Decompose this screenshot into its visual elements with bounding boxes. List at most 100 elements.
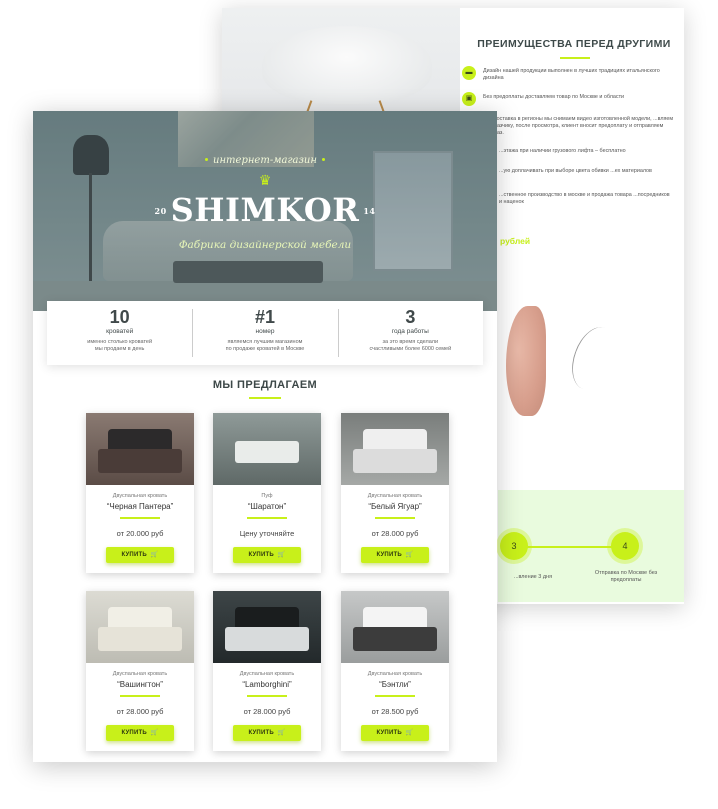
cart-icon: 🛒 bbox=[405, 730, 414, 736]
product-price: Цену уточняйте bbox=[239, 529, 295, 538]
stat-years: 3 года работы за это время сделали счаст… bbox=[337, 301, 483, 365]
product-name: “Белый Ягуар” bbox=[368, 502, 422, 511]
product-price: от 20.000 руб bbox=[116, 529, 164, 538]
buy-button[interactable]: КУПИТЬ 🛒 bbox=[233, 547, 301, 563]
product-card[interactable]: Пуф “Шаратон” Цену уточняйте КУПИТЬ 🛒 bbox=[213, 413, 321, 573]
advantage-text: ...ственное производство в москве и прод… bbox=[499, 192, 670, 205]
stat-number: 10 bbox=[109, 307, 130, 327]
step-3-circle: 3 bbox=[500, 532, 528, 560]
product-card[interactable]: Двуспальная кровать “Бэнтли” от 28.500 р… bbox=[341, 591, 449, 751]
step-3-caption: ...вление 3 дня bbox=[513, 574, 553, 580]
buy-button-label: КУПИТЬ bbox=[121, 552, 147, 558]
advantage-item: ...этажа при наличии грузового лифта – б… bbox=[496, 148, 674, 155]
brand-name: SHIMKOR bbox=[170, 191, 360, 229]
product-category: Пуф bbox=[261, 493, 273, 499]
stats-bar: 10 кроватей именно столько кроватей мы п… bbox=[47, 301, 483, 365]
product-divider bbox=[247, 517, 287, 519]
product-category: Двуспальная кровать bbox=[112, 493, 168, 499]
year-left: 20 bbox=[154, 205, 167, 216]
offer-underline bbox=[249, 397, 281, 399]
front-page-preview: интернет-магазин ♛ 20 SHIMKOR 14 Фабрика д… bbox=[33, 111, 497, 762]
product-name: “Черная Пантера” bbox=[106, 502, 174, 511]
hero-tagline: Фабрика дизайнерской мебели bbox=[178, 239, 352, 251]
hero-subtitle: интернет-магазин bbox=[33, 155, 497, 166]
offer-title: МЫ ПРЕДЛАГАЕМ bbox=[212, 379, 318, 391]
buy-button-label: КУПИТЬ bbox=[121, 730, 147, 736]
product-category: Двуспальная кровать bbox=[239, 671, 295, 677]
bed-base bbox=[98, 449, 182, 473]
flamingo-photo bbox=[506, 306, 546, 416]
steps-connector bbox=[514, 546, 626, 548]
product-divider bbox=[247, 695, 287, 697]
cart-icon: 🛒 bbox=[405, 552, 414, 558]
advantage-item: ...ственное производство в москве и прод… bbox=[496, 192, 674, 206]
advantage-text: Дизайн нашей продукции выполнен в лучших… bbox=[483, 68, 660, 81]
stat-desc-line1: за это время сделали bbox=[382, 339, 439, 345]
product-photo bbox=[86, 413, 194, 485]
buy-button[interactable]: КУПИТЬ 🛒 bbox=[106, 547, 174, 563]
stat-desc-line1: именно столько кроватей bbox=[87, 339, 153, 345]
product-price: от 28.000 руб bbox=[371, 529, 419, 538]
stat-beds: 10 кроватей именно столько кроватей мы п… bbox=[47, 301, 192, 365]
buy-button-label: КУПИТЬ bbox=[248, 552, 274, 558]
buy-button[interactable]: КУПИТЬ 🛒 bbox=[361, 547, 429, 563]
dot-icon bbox=[205, 158, 209, 161]
advantage-text: ...этажа при наличии грузового лифта – б… bbox=[499, 148, 626, 154]
buy-button-label: КУПИТЬ bbox=[248, 730, 274, 736]
bed-base bbox=[98, 627, 182, 651]
buy-button[interactable]: КУПИТЬ 🛒 bbox=[361, 725, 429, 741]
stat-desc-line2: мы продаем в день bbox=[94, 346, 145, 352]
advantage-item: ▬ Дизайн нашей продукции выполнен в лучш… bbox=[462, 66, 676, 82]
stat-rank: #1 номер являемся лучшим магазином по пр… bbox=[192, 301, 337, 365]
buy-button[interactable]: КУПИТЬ 🛒 bbox=[106, 725, 174, 741]
stat-desc-line1: являемся лучшим магазином bbox=[227, 339, 303, 345]
hero-subtitle-text: интернет-магазин bbox=[213, 155, 317, 166]
step-4-caption: Отправка по Москве без предоплаты bbox=[594, 570, 658, 583]
truck-icon: ▣ bbox=[462, 92, 476, 106]
bed-base bbox=[225, 627, 309, 651]
product-photo bbox=[86, 591, 194, 663]
product-category: Двуспальная кровать bbox=[367, 671, 423, 677]
product-divider bbox=[120, 517, 160, 519]
cart-icon: 🛒 bbox=[277, 552, 286, 558]
bed-base bbox=[353, 627, 437, 651]
product-divider bbox=[375, 517, 415, 519]
product-photo bbox=[213, 591, 321, 663]
advantage-text: ...доставка в регионы мы снимаем видео и… bbox=[489, 116, 674, 136]
chair-seat bbox=[262, 26, 432, 104]
cart-icon: 🛒 bbox=[277, 730, 286, 736]
buy-button[interactable]: КУПИТЬ 🛒 bbox=[233, 725, 301, 741]
stat-number: 3 bbox=[405, 307, 416, 327]
advantage-text: ...ую доплачивать при выборе цвета обивк… bbox=[499, 168, 652, 174]
stat-label: номер bbox=[255, 328, 275, 335]
year-right: 14 bbox=[363, 205, 376, 216]
product-card[interactable]: Двуспальная кровать “Черная Пантера” от … bbox=[86, 413, 194, 573]
hero-banner: интернет-магазин ♛ 20 SHIMKOR 14 Фабрика д… bbox=[33, 111, 497, 311]
product-price: от 28.000 руб bbox=[116, 707, 164, 716]
stat-number: #1 bbox=[254, 307, 275, 327]
product-name: “Lamborghini” bbox=[242, 680, 292, 689]
product-name: “Бэнтли” bbox=[379, 680, 411, 689]
product-divider bbox=[375, 695, 415, 697]
product-card[interactable]: Двуспальная кровать “Белый Ягуар” от 28.… bbox=[341, 413, 449, 573]
product-card[interactable]: Двуспальная кровать “Lamborghini” от 28.… bbox=[213, 591, 321, 751]
advantage-item: ▣ Без предоплаты доставляем товар по Мос… bbox=[462, 92, 676, 106]
stat-label: кроватей bbox=[106, 328, 134, 335]
product-photo bbox=[341, 413, 449, 485]
sofa-icon: ▬ bbox=[462, 66, 476, 80]
crown-icon: ♛ bbox=[258, 172, 272, 188]
buy-button-label: КУПИТЬ bbox=[376, 730, 402, 736]
brand-logo[interactable]: 20 SHIMKOR 14 bbox=[33, 191, 497, 229]
stat-desc-line2: по продаже кроватей в Москве bbox=[225, 346, 305, 352]
advantages-title: ПРЕИМУЩЕСТВА ПЕРЕД ДРУГИМИ bbox=[477, 38, 671, 50]
advantages-underline bbox=[560, 57, 590, 59]
advantage-item: ...доставка в регионы мы снимаем видео и… bbox=[486, 116, 674, 137]
price-teaser: рублей bbox=[500, 236, 531, 246]
product-photo bbox=[341, 591, 449, 663]
buy-button-label: КУПИТЬ bbox=[376, 552, 402, 558]
product-name: “Шаратон” bbox=[247, 502, 287, 511]
stat-desc-line2: счастливыми более 6000 семей bbox=[369, 346, 452, 352]
product-card[interactable]: Двуспальная кровать “Вашингтон” от 28.00… bbox=[86, 591, 194, 751]
bed-base bbox=[353, 449, 437, 473]
step-4-circle: 4 bbox=[611, 532, 639, 560]
